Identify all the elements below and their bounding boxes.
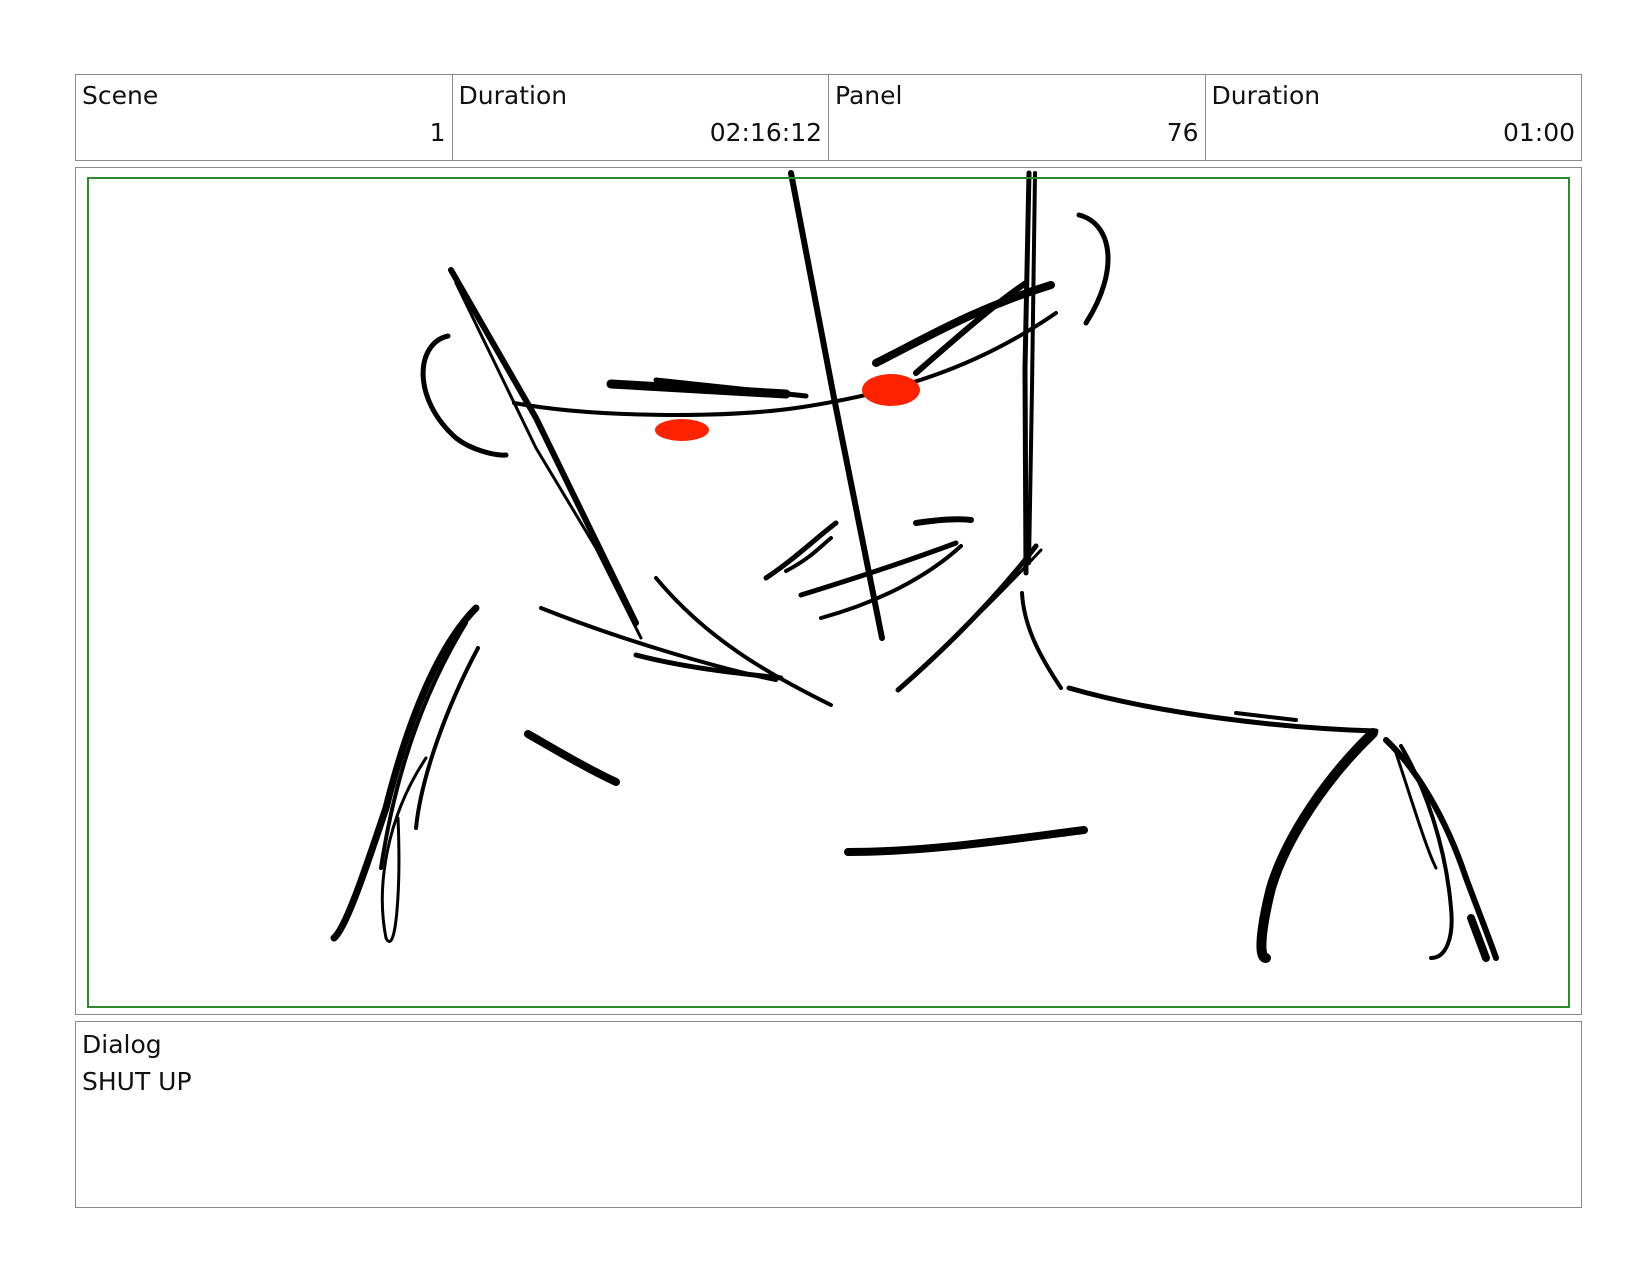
storyboard-panel (75, 167, 1582, 1015)
scene-cell: Scene 1 (76, 75, 453, 160)
dialog-label: Dialog (82, 1030, 162, 1059)
panel-duration-label: Duration (1211, 81, 1321, 110)
dialog-text: SHUT UP (82, 1067, 192, 1096)
scene-label: Scene (82, 81, 159, 110)
safe-area-border (87, 177, 1570, 1008)
scene-duration-label: Duration (458, 81, 568, 110)
panel-label: Panel (835, 81, 903, 110)
panel-duration-value: 01:00 (1502, 118, 1575, 147)
panel-number: 76 (1166, 118, 1199, 147)
panel-info-table: Scene 1 Duration 02:16:12 Panel 76 Durat… (75, 74, 1582, 161)
dialog-box: Dialog SHUT UP (75, 1021, 1582, 1208)
scene-duration-cell: Duration 02:16:12 (453, 75, 829, 160)
scene-number: 1 (429, 118, 446, 147)
panel-duration-cell: Duration 01:00 (1206, 75, 1582, 160)
panel-cell: Panel 76 (829, 75, 1206, 160)
scene-duration-value: 02:16:12 (709, 118, 822, 147)
